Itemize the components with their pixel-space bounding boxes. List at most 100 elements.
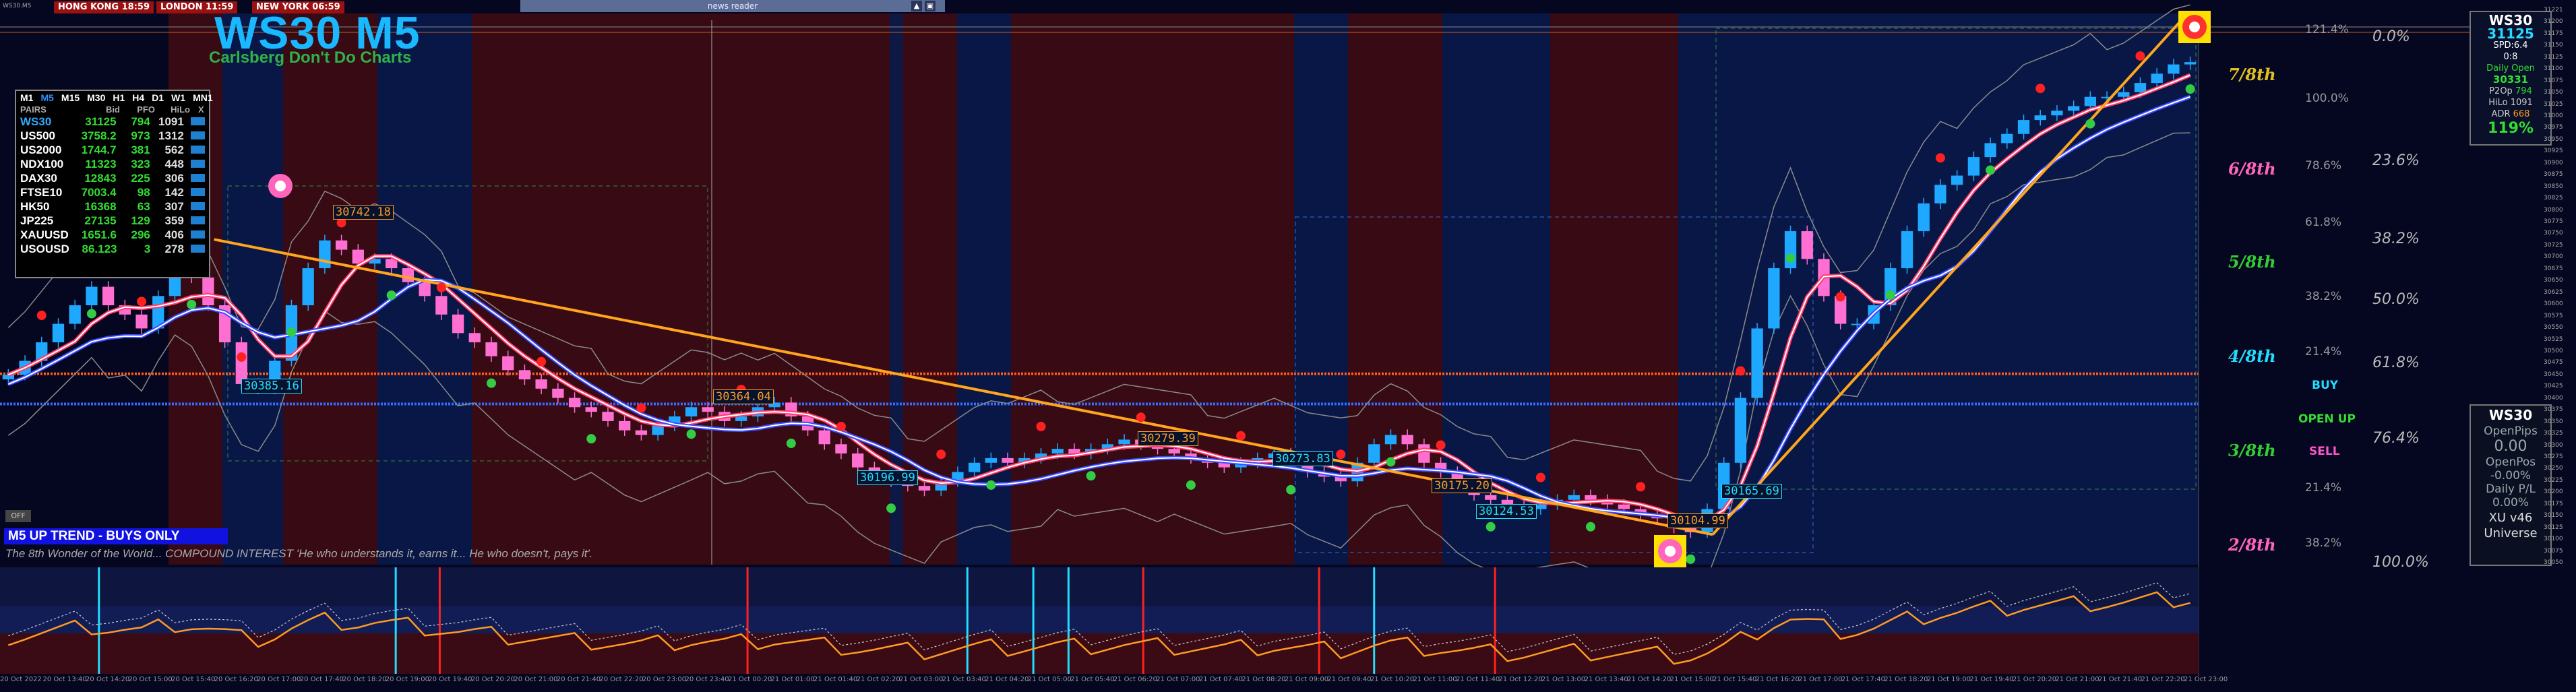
sell-dot [836,422,846,432]
pair-pfo: 63 [137,200,150,213]
x-tick-label: 20 Oct 16:20 [214,676,258,683]
session-zone [1348,13,1442,565]
x-tick-label: 20 Oct 2022 [0,676,42,683]
y-tick-label: 31000 [2544,113,2563,120]
pair-pair: DAX30 [20,172,57,185]
timeframe-m1[interactable]: M1 [20,92,33,103]
x-tick-label: 20 Oct 19:40 [428,676,472,683]
sell-dot [1136,412,1146,422]
open-pos-value: -0.00% [2490,469,2532,482]
buy-dot [386,290,396,301]
session-zone [283,13,377,565]
x-tick-label: 20 Oct 13:40 [42,676,87,683]
price-label: 30364.04 [713,389,774,404]
buy-dot [886,503,896,513]
timeframe-h4[interactable]: H4 [132,92,144,103]
pair-hilo: 307 [164,200,184,213]
pair-strength-bar [190,160,206,168]
range-percent-label: 100.0% [2305,92,2349,105]
y-tick-label: 30100 [2544,536,2563,543]
y-tick-label: 30125 [2544,524,2563,531]
pair-row[interactable]: JP225 27135 129 359 [16,214,209,228]
pair-row[interactable]: US2000 1744.7 381 562 [16,143,209,157]
pair-row[interactable]: FTSE10 7003.4 98 142 [16,185,209,199]
pair-strength-bar [190,146,206,154]
x-tick-label: 21 Oct 15:40 [1713,676,1757,683]
candle-body [2084,96,2097,106]
candle-body [1801,231,1813,259]
timeframe-h1[interactable]: H1 [113,92,125,103]
fib-level-label: 4/8th [2228,346,2276,366]
y-tick-label: 30575 [2544,312,2563,319]
timeframe-d1[interactable]: D1 [152,92,164,103]
x-tick-label: 21 Oct 23:00 [2184,676,2228,683]
x-tick-label: 21 Oct 11:40 [1456,676,1500,683]
session-zone [472,13,708,565]
price-chart-canvas[interactable] [0,0,2576,692]
candle-body [1051,449,1064,454]
candle-body [852,453,864,468]
pair-strength-bar [190,230,205,239]
candle-body [1918,203,1930,232]
timeframe-row: M1 M5 M15 M30 H1 H4 D1 W1 MN1 [16,91,213,104]
pair-row[interactable]: US500 3758.2 973 1312 [16,129,209,143]
col-x: X [198,104,204,115]
buy-dot [1986,165,1996,175]
buy-dot [1186,480,1196,490]
x-tick-label: 20 Oct 22:20 [599,676,644,683]
sell-dot [137,296,147,307]
x-tick-label: 20 Oct 15:40 [171,676,216,683]
pair-bid: 7003.4 [81,186,117,199]
pair-pfo: 794 [131,115,150,128]
info-adr-label: ADR [2491,109,2511,119]
pair-strength-bar [190,202,206,210]
timeframe-mn1[interactable]: MN1 [193,92,213,103]
pair-row[interactable]: NDX100 11323 323 448 [16,157,209,171]
y-tick-label: 30950 [2544,135,2563,143]
candle-body [69,305,81,324]
pair-bid: 12843 [84,172,117,185]
x-tick-label: 21 Oct 01:40 [814,676,858,683]
y-tick-label: 30500 [2544,347,2563,354]
pair-row[interactable]: WS30 31125 794 1091 [16,115,209,129]
candle-body [552,388,564,398]
timeframe-m15[interactable]: M15 [61,92,80,103]
retracement-label: 0.0% [2372,28,2410,45]
sell-dot [36,311,47,321]
pair-pair: WS30 [20,115,52,128]
y-tick-label: 30525 [2544,336,2563,343]
pair-bid: 3758.2 [81,129,117,142]
candle-body [1418,444,1430,463]
buy-dot [487,378,497,388]
pair-row[interactable]: HK50 16368 63 307 [16,199,209,214]
pair-hilo: 562 [164,144,184,156]
buy-dot [686,429,696,439]
off-button[interactable]: OFF [5,510,31,522]
sell-dot [1036,422,1046,432]
timeframe-m30[interactable]: M30 [87,92,105,103]
x-tick-label: 20 Oct 15:00 [128,676,173,683]
news-minimize-icon[interactable]: ▲ [911,1,922,11]
y-tick-label: 31125 [2544,53,2563,61]
info-p2op: 794 [2515,86,2532,96]
sell-dot [636,403,646,413]
info-adr-pct: 119% [2488,120,2534,137]
candle-body [1951,175,1963,185]
timeframe-m5[interactable]: M5 [40,92,53,103]
candle-body [435,296,448,315]
pair-pair: JP225 [20,214,54,227]
pair-bid: 86.123 [82,243,117,255]
news-reader-bar[interactable]: news reader [520,0,945,12]
y-tick-label: 31025 [2544,100,2563,108]
x-tick-label: 20 Oct 23:40 [685,676,729,683]
price-label: 30279.39 [1138,431,1198,446]
candle-body [1485,495,1497,500]
pair-bid: 31125 [85,115,117,128]
pair-row[interactable]: DAX30 12843 225 306 [16,171,209,185]
candle-body [2001,133,2013,144]
range-percent-label: 38.2% [2305,536,2342,550]
news-close-icon[interactable]: ▣ [925,1,936,11]
timeframe-w1[interactable]: W1 [171,92,185,103]
pair-row[interactable]: XAUUSD 1651.6 296 406 [16,228,209,242]
pair-row[interactable]: USOUSD 86.123 3 278 [16,242,209,256]
